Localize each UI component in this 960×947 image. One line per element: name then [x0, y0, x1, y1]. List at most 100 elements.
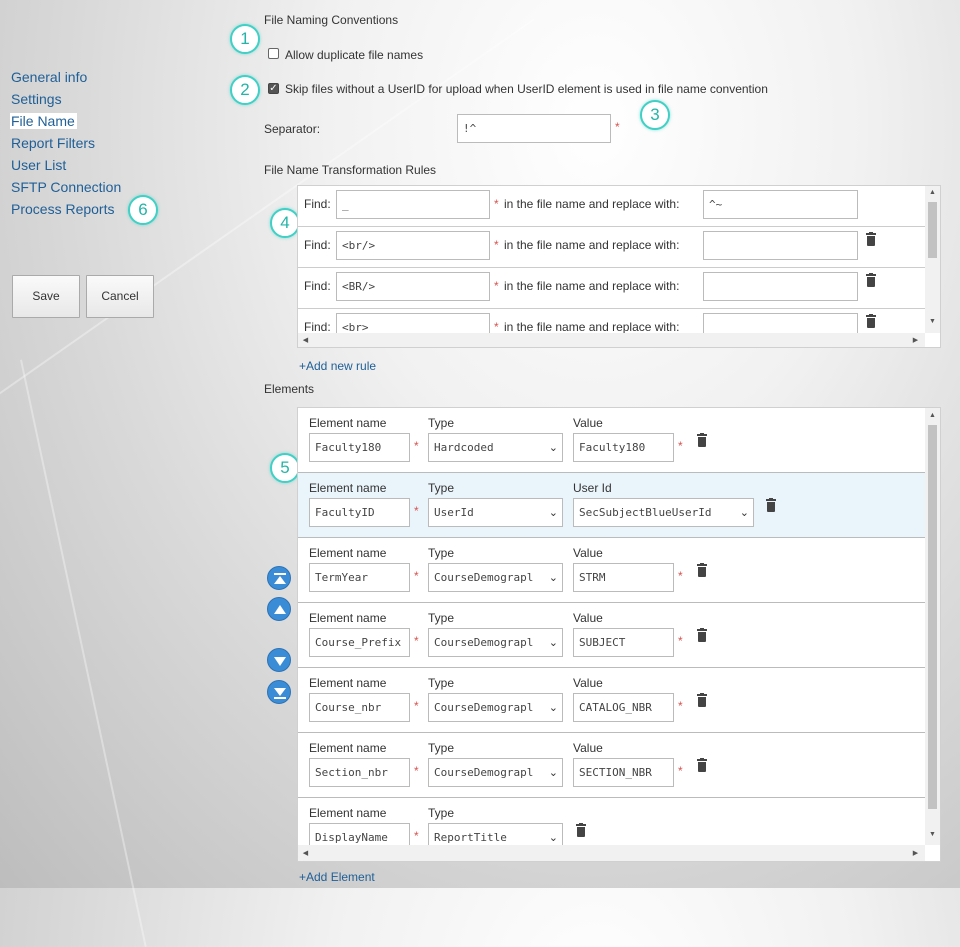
trash-icon[interactable]	[865, 232, 877, 247]
element-name-header: Element name	[309, 611, 387, 625]
callout-6: 6	[128, 195, 158, 225]
trash-icon[interactable]	[696, 628, 708, 643]
replace-label: in the file name and replace with:	[504, 279, 680, 293]
trash-icon[interactable]	[696, 758, 708, 773]
required-mark: *	[414, 439, 419, 453]
move-to-top-button[interactable]	[267, 566, 291, 590]
chevron-down-icon: ⌄	[739, 506, 749, 519]
trash-icon[interactable]	[696, 693, 708, 708]
required-mark: *	[414, 829, 419, 843]
value-input[interactable]: SECTION_NBR	[573, 758, 674, 787]
move-to-bottom-button[interactable]	[267, 680, 291, 704]
move-up-button[interactable]	[267, 597, 291, 621]
scrollbar-thumb[interactable]	[928, 202, 937, 258]
element-name-input[interactable]: Section_nbr	[309, 758, 410, 787]
scrollbar-thumb[interactable]	[928, 425, 937, 809]
value-header: Value	[573, 741, 603, 755]
type-select[interactable]: CourseDemograpl ⌄	[428, 758, 563, 787]
add-new-rule-link[interactable]: +Add new rule	[299, 359, 376, 373]
required-mark: *	[414, 764, 419, 778]
replace-label: in the file name and replace with:	[504, 238, 680, 252]
required-mark: *	[678, 699, 683, 713]
cancel-button[interactable]: Cancel	[86, 275, 154, 318]
separator-input[interactable]: !^	[457, 114, 611, 143]
value-input[interactable]: SUBJECT	[573, 628, 674, 657]
scroll-left-arrow[interactable]: ◀	[300, 336, 311, 344]
required-mark: *	[414, 634, 419, 648]
rule-replace-input[interactable]: ^~	[703, 190, 858, 219]
trash-icon[interactable]	[575, 823, 587, 838]
elements-vertical-scrollbar[interactable]: ▲ ▼	[925, 408, 940, 845]
element-name-header: Element name	[309, 546, 387, 560]
add-element-link[interactable]: +Add Element	[299, 870, 375, 884]
elements-panel: Element name Type Value Faculty180 * Har…	[297, 407, 941, 862]
nav-item-file-name[interactable]: File Name	[10, 111, 161, 133]
nav-item-settings[interactable]: Settings	[11, 89, 161, 111]
element-name-header: Element name	[309, 676, 387, 690]
type-select[interactable]: Hardcoded ⌄	[428, 433, 563, 462]
nav-item-general-info[interactable]: General info	[11, 67, 161, 89]
element-name-input[interactable]: Course_Prefix	[309, 628, 410, 657]
type-select[interactable]: CourseDemograpl ⌄	[428, 628, 563, 657]
callout-3: 3	[640, 100, 670, 130]
rule-find-input[interactable]: <br/>	[336, 231, 490, 260]
user-id-header: User Id	[573, 481, 612, 495]
trash-icon[interactable]	[696, 563, 708, 578]
replace-label: in the file name and replace with:	[504, 197, 680, 211]
skip-files-label: Skip files without a UserID for upload w…	[285, 82, 768, 96]
allow-duplicates-checkbox[interactable]	[268, 48, 279, 59]
trash-icon[interactable]	[696, 433, 708, 448]
scroll-left-arrow[interactable]: ◀	[300, 849, 311, 857]
type-header: Type	[428, 806, 455, 820]
move-down-button[interactable]	[267, 648, 291, 672]
rule-replace-input[interactable]	[703, 231, 858, 260]
scroll-up-arrow[interactable]: ▲	[927, 412, 938, 419]
type-select[interactable]: CourseDemograpl ⌄	[428, 563, 563, 592]
element-name-input[interactable]: Course_nbr	[309, 693, 410, 722]
rule-row: Find: _ * in the file name and replace w…	[298, 186, 925, 227]
scroll-down-arrow[interactable]: ▼	[927, 831, 938, 838]
elements-horizontal-scrollbar[interactable]: ◀ ▶	[298, 845, 925, 861]
element-name-input[interactable]: Faculty180	[309, 433, 410, 462]
value-input[interactable]: Faculty180	[573, 433, 674, 462]
nav-item-report-filters[interactable]: Report Filters	[11, 133, 161, 155]
trash-icon[interactable]	[765, 498, 777, 513]
required-mark: *	[414, 699, 419, 713]
element-row: Element name Type Value TermYear * Cours…	[298, 538, 925, 603]
required-mark: *	[494, 320, 499, 334]
trash-icon[interactable]	[865, 314, 877, 329]
type-select[interactable]: UserId ⌄	[428, 498, 563, 527]
required-mark: *	[494, 238, 499, 252]
value-header: Value	[573, 546, 603, 560]
rule-find-input[interactable]: _	[336, 190, 490, 219]
required-mark: *	[494, 279, 499, 293]
skip-files-checkbox[interactable]: ✓	[268, 83, 279, 94]
required-mark: *	[414, 504, 419, 518]
scroll-right-arrow[interactable]: ▶	[910, 849, 921, 857]
trash-icon[interactable]	[865, 273, 877, 288]
separator-label: Separator:	[264, 122, 321, 136]
element-name-input[interactable]: TermYear	[309, 563, 410, 592]
value-input[interactable]: STRM	[573, 563, 674, 592]
required-mark: *	[414, 569, 419, 583]
element-name-header: Element name	[309, 806, 387, 820]
value-header: Value	[573, 611, 603, 625]
user-id-select[interactable]: SecSubjectBlueUserId ⌄	[573, 498, 754, 527]
rule-row: Find: <BR/> * in the file name and repla…	[298, 268, 925, 309]
element-name-input[interactable]: FacultyID	[309, 498, 410, 527]
value-input[interactable]: CATALOG_NBR	[573, 693, 674, 722]
nav-item-user-list[interactable]: User List	[11, 155, 161, 177]
scroll-up-arrow[interactable]: ▲	[927, 189, 938, 196]
move-to-top-icon	[274, 573, 286, 584]
rule-find-input[interactable]: <BR/>	[336, 272, 490, 301]
scroll-right-arrow[interactable]: ▶	[910, 336, 921, 344]
rules-horizontal-scrollbar[interactable]: ◀ ▶	[298, 333, 925, 347]
rules-vertical-scrollbar[interactable]: ▲ ▼	[925, 186, 940, 333]
element-row: Element name Type User Id FacultyID * Us…	[298, 473, 925, 538]
rule-replace-input[interactable]	[703, 272, 858, 301]
save-button[interactable]: Save	[12, 275, 80, 318]
chevron-down-icon: ⌄	[548, 441, 558, 454]
type-select[interactable]: CourseDemograpl ⌄	[428, 693, 563, 722]
scroll-down-arrow[interactable]: ▼	[927, 318, 938, 325]
allow-duplicates-label: Allow duplicate file names	[285, 48, 424, 62]
